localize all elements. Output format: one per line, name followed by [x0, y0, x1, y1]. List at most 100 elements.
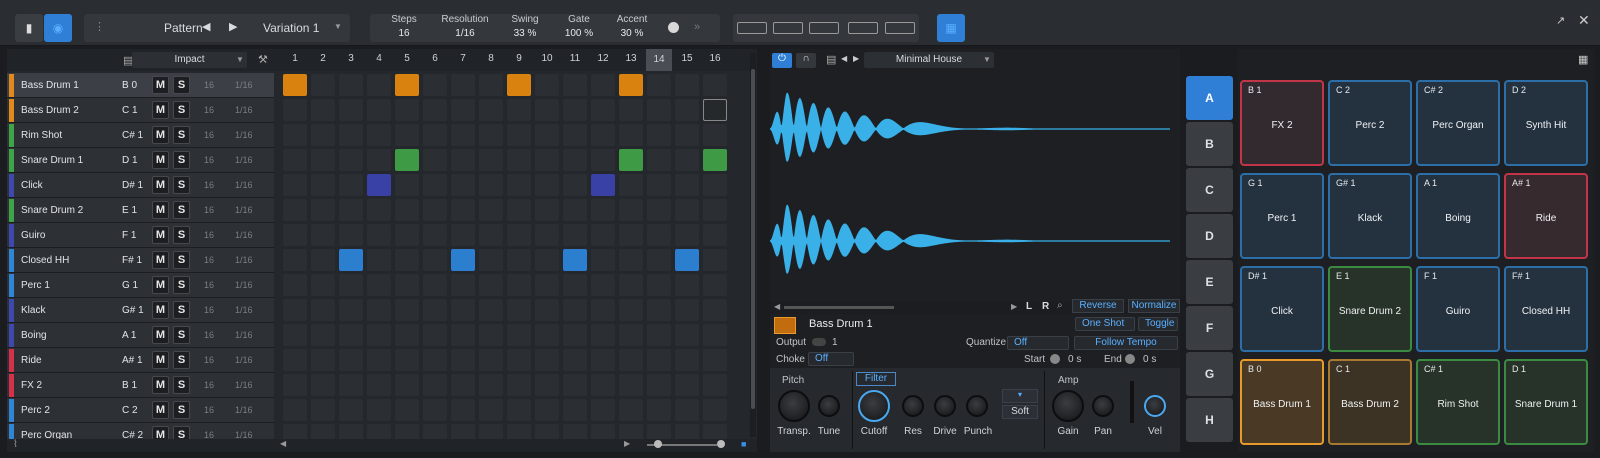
active-step-cell[interactable] — [591, 174, 615, 196]
step-cell[interactable] — [479, 299, 503, 321]
solo-button[interactable]: S — [173, 151, 190, 169]
step-cell[interactable] — [703, 249, 727, 271]
step-cell[interactable] — [619, 399, 643, 421]
step-cell[interactable] — [703, 274, 727, 296]
drum-pad[interactable]: C# 2 Perc Organ — [1416, 80, 1500, 166]
step-cell[interactable] — [311, 274, 335, 296]
step-cell[interactable] — [395, 274, 419, 296]
step-cell[interactable] — [591, 199, 615, 221]
step-cell[interactable] — [395, 224, 419, 246]
sample-color-swatch[interactable] — [774, 317, 796, 334]
step-cell[interactable] — [339, 274, 363, 296]
step-cell[interactable] — [703, 174, 727, 196]
step-cell[interactable] — [619, 99, 643, 121]
scroll-right-icon[interactable]: ▶ — [624, 439, 630, 448]
step-cell[interactable] — [339, 349, 363, 371]
drum-pad[interactable]: B 0 Bass Drum 1 — [1240, 359, 1324, 445]
step-cell[interactable] — [647, 374, 671, 396]
scrollbar-thumb[interactable] — [784, 306, 894, 309]
step-cell[interactable] — [647, 399, 671, 421]
step-cell[interactable] — [451, 299, 475, 321]
step-cell[interactable] — [423, 249, 447, 271]
step-cell[interactable] — [311, 124, 335, 146]
track-row[interactable]: Guiro F 1 M S 16 1/16 — [7, 223, 274, 248]
step-cell[interactable] — [311, 74, 335, 96]
track-resolution[interactable]: 1/16 — [235, 355, 253, 365]
step-cell[interactable] — [591, 224, 615, 246]
step-cell[interactable] — [283, 299, 307, 321]
headphones-icon[interactable]: ∩ — [796, 53, 816, 68]
step-cell[interactable] — [395, 399, 419, 421]
step-cell[interactable] — [535, 74, 559, 96]
kit-select[interactable]: Impact — [132, 52, 247, 68]
track-steps[interactable]: 16 — [204, 80, 214, 90]
document-icon[interactable]: ▤ — [826, 53, 836, 66]
step-cell[interactable] — [423, 324, 447, 346]
track-resolution[interactable]: 1/16 — [235, 255, 253, 265]
drum-pad[interactable]: F# 1 Closed HH — [1504, 266, 1588, 352]
step-cell[interactable] — [423, 99, 447, 121]
step-cell[interactable] — [563, 149, 587, 171]
track-resolution[interactable]: 1/16 — [235, 405, 253, 415]
step-cell[interactable] — [283, 249, 307, 271]
step-cell[interactable] — [507, 374, 531, 396]
scroll-right-icon[interactable]: ▶ — [1011, 302, 1017, 311]
step-cell[interactable] — [423, 74, 447, 96]
step-cell[interactable] — [703, 224, 727, 246]
prev-variation-icon[interactable]: ◀ — [202, 20, 210, 33]
tool-icon[interactable] — [737, 22, 767, 34]
step-cell[interactable] — [451, 99, 475, 121]
step-cell[interactable] — [479, 249, 503, 271]
step-cell[interactable] — [619, 299, 643, 321]
output-toggle[interactable] — [812, 338, 826, 346]
drum-pad[interactable]: G# 1 Klack — [1328, 173, 1412, 259]
tool-icon[interactable] — [809, 22, 839, 34]
step-cell[interactable] — [395, 324, 419, 346]
step-cell[interactable] — [675, 174, 699, 196]
record-dot-icon[interactable] — [668, 22, 679, 33]
step-cell[interactable] — [339, 299, 363, 321]
step-cell[interactable] — [311, 174, 335, 196]
step-cell[interactable] — [563, 299, 587, 321]
step-cell[interactable] — [339, 99, 363, 121]
active-step-cell[interactable] — [339, 249, 363, 271]
mute-button[interactable]: M — [152, 301, 169, 319]
track-resolution[interactable]: 1/16 — [235, 130, 253, 140]
step-cell[interactable] — [703, 199, 727, 221]
drum-pad[interactable]: D 2 Synth Hit — [1504, 80, 1588, 166]
step-cell[interactable] — [311, 324, 335, 346]
step-cell[interactable] — [535, 324, 559, 346]
active-step-cell[interactable] — [283, 74, 307, 96]
step-cell[interactable] — [591, 249, 615, 271]
step-cell[interactable] — [395, 174, 419, 196]
step-cell[interactable] — [703, 399, 727, 421]
track-resolution[interactable]: 1/16 — [235, 380, 253, 390]
close-icon[interactable]: ✕ — [1578, 12, 1590, 29]
step-cell[interactable] — [675, 224, 699, 246]
drum-pad[interactable]: C 2 Perc 2 — [1328, 80, 1412, 166]
sidebar-toggle-button[interactable]: ▮ — [15, 14, 43, 42]
solo-button[interactable]: S — [173, 226, 190, 244]
step-cell[interactable] — [535, 199, 559, 221]
track-steps[interactable]: 16 — [204, 155, 214, 165]
step-cell[interactable] — [647, 324, 671, 346]
solo-button[interactable]: S — [173, 401, 190, 419]
drum-pad[interactable]: C# 1 Rim Shot — [1416, 359, 1500, 445]
step-cell[interactable] — [591, 324, 615, 346]
transpose-knob[interactable] — [778, 390, 810, 422]
track-resolution[interactable]: 1/16 — [235, 205, 253, 215]
scrollbar-thumb[interactable] — [751, 69, 755, 409]
solo-button[interactable]: S — [173, 326, 190, 344]
step-cell[interactable] — [283, 149, 307, 171]
param-steps[interactable]: Steps 16 — [389, 14, 419, 39]
track-steps[interactable]: 16 — [204, 330, 214, 340]
active-step-cell[interactable] — [675, 249, 699, 271]
step-cell[interactable] — [367, 274, 391, 296]
step-cell[interactable] — [619, 349, 643, 371]
step-cell[interactable] — [535, 249, 559, 271]
chevron-down-icon[interactable]: ▼ — [236, 55, 244, 64]
follow-tempo-button[interactable]: Follow Tempo — [1074, 336, 1178, 350]
step-cell[interactable] — [675, 199, 699, 221]
zoom-icon[interactable]: ⌕ — [1057, 300, 1063, 311]
tool-icon[interactable] — [885, 22, 915, 34]
